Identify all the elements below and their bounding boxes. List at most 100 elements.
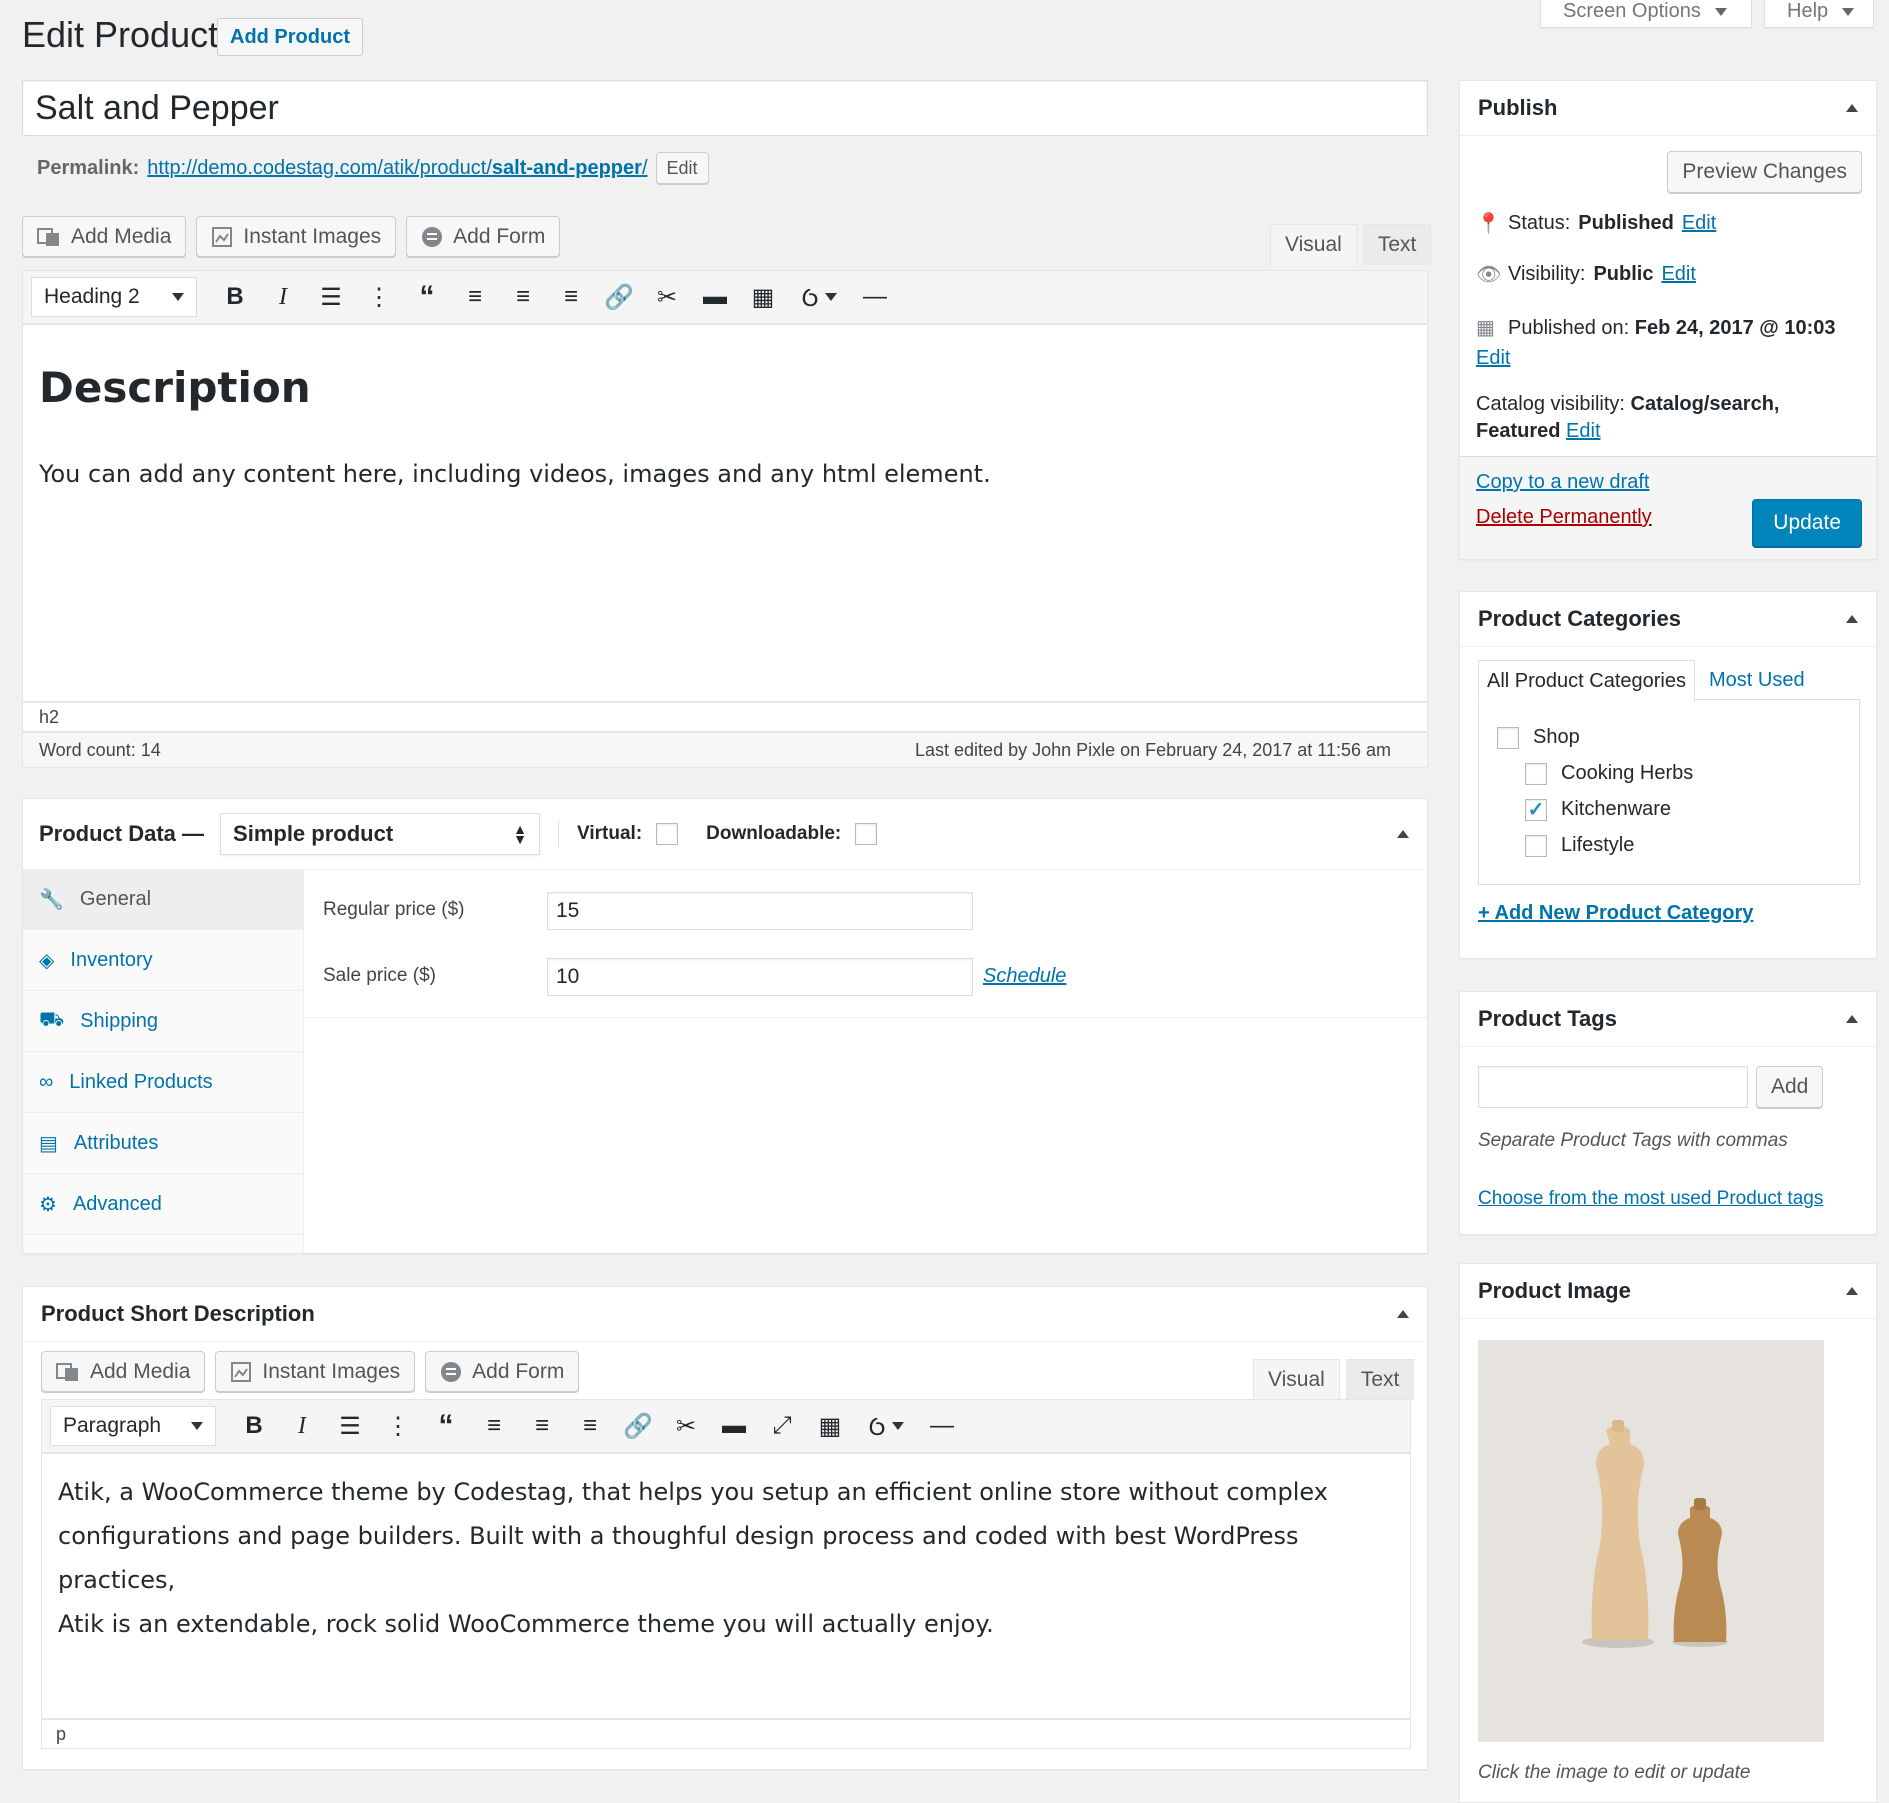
image-icon [212,226,233,247]
status-edit-link[interactable]: Edit [1682,212,1716,235]
tab-attributes[interactable]: ▤ Attributes [23,1113,303,1174]
format-select[interactable]: Heading 2 [31,277,197,317]
content-heading: Description [39,363,311,412]
downloadable-checkbox[interactable] [855,823,878,845]
italic-icon[interactable]: I [278,1404,326,1448]
tab-visual[interactable]: Visual [1253,1359,1340,1400]
add-form-button[interactable]: Add Form [406,216,561,257]
align-right-icon[interactable]: ≡ [547,275,595,319]
add-form-button[interactable]: Add Form [425,1351,580,1392]
collapse-icon[interactable] [1846,104,1858,112]
align-left-icon[interactable]: ≡ [451,275,499,319]
editor-content[interactable]: Description You can add any content here… [22,324,1428,702]
horizontal-line-icon[interactable]: — [918,1404,966,1448]
category-checkbox[interactable] [1497,726,1519,749]
bold-icon[interactable]: B [230,1404,278,1448]
horizontal-line-icon[interactable]: — [851,275,899,319]
catalog-edit-link[interactable]: Edit [1566,420,1600,442]
product-image-header: Product Image [1460,1264,1876,1319]
product-image-thumbnail[interactable] [1478,1340,1824,1742]
category-label: Cooking Herbs [1561,762,1694,784]
blockquote-icon[interactable]: “ [422,1404,470,1448]
shortcode-icon[interactable]: Ỽ [787,275,851,319]
virtual-checkbox[interactable] [656,823,679,845]
format-select-value: Paragraph [63,1414,162,1437]
collapse-icon[interactable] [1397,1310,1409,1318]
blockquote-icon[interactable]: “ [403,275,451,319]
numbered-list-icon[interactable]: ⋮ [374,1404,422,1448]
preview-changes-button[interactable]: Preview Changes [1667,151,1862,193]
instant-images-button[interactable]: Instant Images [196,216,397,257]
tab-shipping[interactable]: ⛟ Shipping [23,991,303,1052]
screen-options-button[interactable]: Screen Options [1540,0,1752,28]
tab-advanced[interactable]: ⚙ Advanced [23,1174,303,1235]
product-type-select[interactable]: Simple product ▲ ▼ [220,813,541,855]
tab-text[interactable]: Text [1362,224,1432,265]
add-form-label: Add Form [472,1359,565,1383]
align-center-icon[interactable]: ≡ [518,1404,566,1448]
numbered-list-icon[interactable]: ⋮ [355,275,403,319]
regular-price-input[interactable]: 15 [547,892,973,930]
category-item[interactable]: ✓ Kitchenware [1525,798,1671,821]
catalog-value-2: Featured [1476,420,1561,442]
category-item[interactable]: Cooking Herbs [1525,762,1693,785]
collapse-icon[interactable] [1846,1015,1858,1023]
align-left-icon[interactable]: ≡ [470,1404,518,1448]
choose-tags-link[interactable]: Choose from the most used Product tags [1478,1188,1823,1210]
tab-all-categories[interactable]: All Product Categories [1478,660,1695,702]
toolbar-toggle-icon[interactable]: ▦ [739,275,787,319]
tab-most-used[interactable]: Most Used [1695,660,1819,700]
read-more-icon[interactable]: ▬ [691,275,739,319]
published-edit-link[interactable]: Edit [1476,347,1510,369]
bullet-list-icon[interactable]: ☰ [326,1404,374,1448]
add-category-link[interactable]: + Add New Product Category [1478,902,1753,925]
unlink-icon[interactable]: ✂ [662,1404,710,1448]
update-button[interactable]: Update [1752,499,1862,547]
product-title-input[interactable]: Salt and Pepper [22,80,1428,136]
link-icon[interactable]: 🔗 [614,1404,662,1448]
tab-general[interactable]: 🔧 General [23,869,303,930]
add-product-button[interactable]: Add Product [217,18,363,56]
align-center-icon[interactable]: ≡ [499,275,547,319]
add-tag-button[interactable]: Add [1756,1066,1824,1108]
permalink-link[interactable]: http://demo.codestag.com/atik/product/sa… [147,157,647,180]
shortcode-icon[interactable]: Ỽ [854,1404,918,1448]
tab-text[interactable]: Text [1345,1359,1415,1400]
link-icon[interactable]: 🔗 [595,275,643,319]
instant-images-button[interactable]: Instant Images [215,1351,416,1392]
category-item[interactable]: Shop [1497,726,1580,749]
category-checkbox-checked[interactable]: ✓ [1525,798,1547,821]
read-more-icon[interactable]: ▬ [710,1404,758,1448]
collapse-icon[interactable] [1846,1287,1858,1295]
help-button[interactable]: Help [1764,0,1874,28]
italic-icon[interactable]: I [259,275,307,319]
tab-inventory[interactable]: ◈ Inventory [23,930,303,991]
tab-linked-label: Linked Products [69,1070,213,1093]
short-editor-content[interactable]: Atik, a WooCommerce theme by Codestag, t… [41,1453,1411,1719]
tab-linked-products[interactable]: ∞ Linked Products [23,1052,303,1113]
toolbar-toggle-icon[interactable]: ▦ [806,1404,854,1448]
category-checkbox[interactable] [1525,834,1547,857]
tags-input[interactable] [1478,1066,1748,1108]
add-media-button[interactable]: Add Media [41,1351,206,1392]
visibility-edit-link[interactable]: Edit [1661,263,1695,286]
collapse-icon[interactable] [1397,830,1409,838]
unlink-icon[interactable]: ✂ [643,275,691,319]
format-select[interactable]: Paragraph [50,1406,216,1446]
category-item[interactable]: Lifestyle [1525,834,1634,857]
schedule-link[interactable]: Schedule [983,965,1066,988]
permalink-edit-button[interactable]: Edit [655,152,709,184]
tab-visual[interactable]: Visual [1270,224,1357,265]
category-checkbox[interactable] [1525,762,1547,785]
bullet-list-icon[interactable]: ☰ [307,275,355,319]
sale-price-input[interactable]: 10 [547,958,973,996]
collapse-icon[interactable] [1846,615,1858,623]
add-media-button[interactable]: Add Media [22,216,187,257]
copy-draft-link[interactable]: Copy to a new draft [1476,471,1649,494]
align-right-icon[interactable]: ≡ [566,1404,614,1448]
editor-status: Word count: 14 Last edited by John Pixle… [22,732,1428,768]
category-label: Shop [1533,726,1580,748]
bold-icon[interactable]: B [211,275,259,319]
fullscreen-icon[interactable]: ⤢ [758,1404,806,1448]
delete-permanently-link[interactable]: Delete Permanently [1476,506,1652,529]
